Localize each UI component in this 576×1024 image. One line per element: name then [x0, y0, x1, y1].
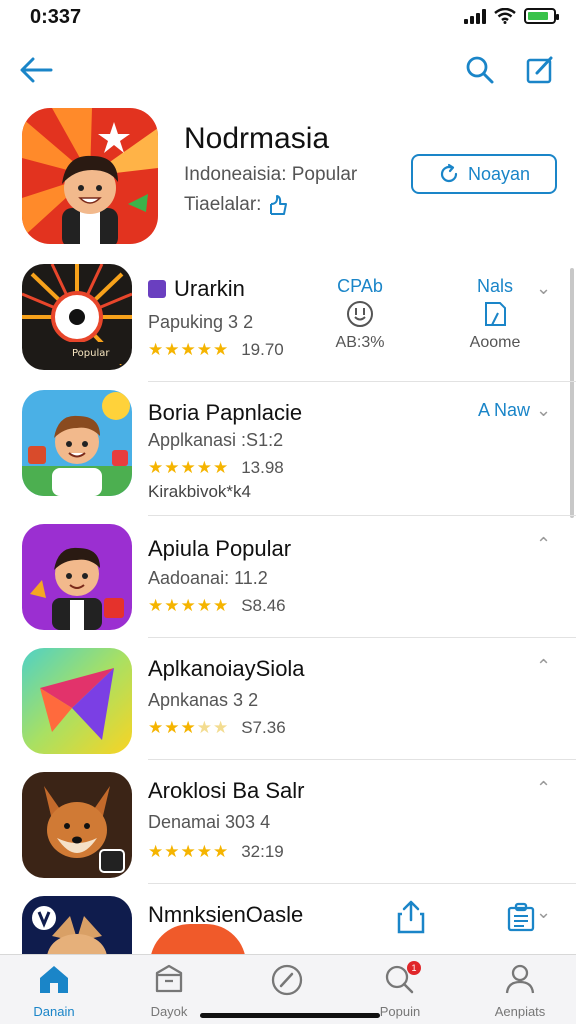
rating-score: 19.70: [241, 340, 284, 359]
back-arrow-icon: [20, 57, 53, 83]
compose-button[interactable]: [520, 50, 560, 90]
app-title: AplkanoiaySiola: [148, 656, 305, 681]
person-icon: [505, 964, 535, 994]
rating-stars: ★★★★★: [148, 458, 230, 477]
rating-stars: ★★★★★: [148, 718, 230, 737]
list-item[interactable]: Popular Urarkin Papuking 3 2 ★★★★★ 19.70…: [0, 258, 576, 382]
clock-icon: [347, 301, 373, 327]
app-subtitle: Applkanasi :S1:2: [148, 430, 284, 450]
tab-dayok[interactable]: Dayok: [119, 963, 219, 1019]
stat-label: Nals: [476, 276, 513, 296]
featured-app-meta-label: Tiaelalar:: [184, 194, 262, 215]
featured-app-subtitle: Indoneaisia: Popular: [184, 164, 358, 185]
app-rating: ★★★★★ S7.36: [148, 718, 286, 738]
rating-score: S7.36: [241, 718, 286, 737]
rating-score: S8.46: [241, 596, 286, 615]
list-item[interactable]: Apiula Popular Aadoanai: 11.2 ★★★★★ S8.4…: [0, 516, 576, 638]
thumbs-icon: [270, 195, 288, 215]
list-item[interactable]: Aroklosi Ba Salr Denamai 303 4 ★★★★★ 32:…: [0, 760, 576, 884]
svg-text:Popular: Popular: [72, 348, 110, 359]
compass-icon: [271, 964, 303, 996]
tab-bar: Danain Dayok 1 Popuin Aenpiats: [0, 954, 576, 1024]
app-thumb-icon: [150, 924, 246, 954]
app-badge-icon: [148, 280, 166, 298]
app-title: NmnksienOasle: [148, 902, 304, 927]
chevron-down-icon[interactable]: ⌄: [536, 400, 556, 420]
tab-label: Aenpiats: [494, 1004, 546, 1019]
list-item[interactable]: Boria Papnlacie Applkanasi :S1:2 ★★★★★ 1…: [0, 382, 576, 516]
stat-value: Aoome: [469, 334, 521, 351]
app-subtitle: Aadoanai: 11.2: [148, 568, 268, 588]
app-title: Aroklosi Ba Salr: [148, 778, 305, 803]
app-subtitle: Apnkanas 3 2: [148, 690, 259, 710]
app-rating: ★★★★★ 32:19: [148, 842, 284, 862]
app-subtitle: Denamai 303 4: [148, 812, 271, 832]
app-icon: [22, 772, 132, 878]
stat-label: CPAb: [337, 276, 383, 296]
share-icon[interactable]: [396, 900, 426, 934]
featured-app-get-button[interactable]: Noayan: [411, 154, 557, 194]
featured-app-title: Nodrmasia: [184, 122, 330, 155]
tab-label: Danain: [33, 1004, 75, 1019]
tab-account[interactable]: Aenpiats: [470, 963, 570, 1019]
app-rating: ★★★★★ 19.70: [148, 340, 284, 360]
rating-stars: ★★★★★: [148, 842, 230, 861]
app-icon: [22, 896, 132, 954]
chevron-down-icon[interactable]: ⌄: [536, 902, 556, 922]
chevron-down-icon[interactable]: ⌄: [536, 278, 556, 298]
app-stat-column[interactable]: CPAb AB:3%: [320, 276, 400, 352]
signal-icon: [464, 8, 486, 24]
note-icon: [485, 302, 506, 326]
rating-score: 32:19: [241, 842, 284, 861]
tab-explore[interactable]: [237, 963, 337, 1006]
featured-app[interactable]: Nodrmasia Indoneaisia: Popular Tiaelalar…: [0, 108, 576, 248]
list-item[interactable]: AplkanoiaySiola Apnkanas 3 2 ★★★★★ S7.36…: [0, 638, 576, 760]
stat-value: AB:3%: [335, 334, 385, 351]
nav-bar: [0, 44, 576, 94]
rating-score: 13.98: [241, 458, 284, 477]
clipboard-icon[interactable]: [506, 902, 536, 932]
app-title: Boria Papnlacie: [148, 400, 303, 425]
rating-stars: ★★★★★: [148, 596, 230, 615]
back-button[interactable]: [16, 50, 56, 90]
app-extra: Kirakbivok*k4: [148, 482, 251, 501]
rating-stars: ★★★★★: [148, 340, 230, 359]
app-title: Urarkin: [174, 276, 245, 301]
tab-home[interactable]: Danain: [4, 963, 104, 1019]
list-item[interactable]: NmnksienOasle ⌄: [0, 884, 576, 954]
refresh-icon: [440, 163, 458, 183]
chevron-up-icon[interactable]: ⌃: [536, 534, 556, 554]
status-icons: [464, 8, 559, 24]
app-icon: [22, 648, 132, 754]
compose-icon: [526, 56, 553, 84]
home-icon: [40, 966, 68, 993]
app-rating: ★★★★★ 13.98: [148, 458, 284, 478]
featured-app-icon: [22, 108, 158, 244]
home-indicator[interactable]: [200, 1013, 380, 1018]
battery-icon: [524, 8, 559, 24]
notification-badge: 1: [407, 961, 421, 975]
chevron-up-icon[interactable]: ⌃: [536, 778, 556, 798]
status-time: 0:337: [30, 6, 82, 28]
app-subtitle: Papuking 3 2: [148, 312, 254, 332]
featured-app-get-label: Noayan: [467, 163, 531, 184]
app-stat-column[interactable]: Nals Aoome: [455, 276, 535, 352]
status-bar: 0:337: [0, 0, 576, 36]
search-icon: [466, 56, 494, 84]
search-button[interactable]: [460, 50, 500, 90]
app-icon: [22, 524, 132, 630]
box-icon: [155, 964, 183, 993]
app-action-link[interactable]: A Naw: [478, 400, 530, 421]
app-icon: Popular: [22, 264, 132, 370]
featured-app-meta: Tiaelalar:: [184, 194, 289, 216]
wifi-icon: [494, 8, 516, 24]
chevron-up-icon[interactable]: ⌃: [536, 656, 556, 676]
tab-search[interactable]: 1 Popuin: [350, 961, 450, 1019]
app-title-group: Urarkin: [148, 276, 245, 302]
app-rating: ★★★★★ S8.46: [148, 596, 286, 616]
app-icon: [22, 390, 132, 496]
app-title: Apiula Popular: [148, 536, 292, 561]
